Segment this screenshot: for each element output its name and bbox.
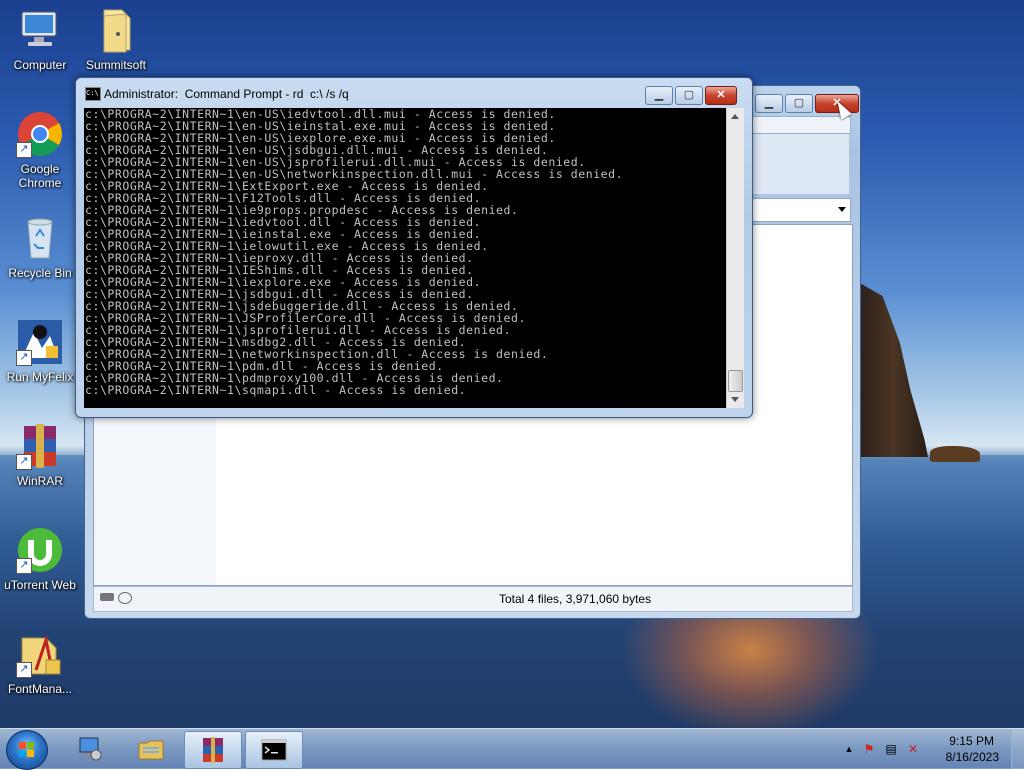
desktop-icon-run-myfelix[interactable]: ↗ Run MyFelix [0, 318, 80, 384]
chrome-icon: ↗ [16, 110, 64, 158]
shortcut-arrow-icon: ↗ [16, 142, 32, 158]
desktop-icon-label: Recycle Bin [8, 266, 72, 280]
console-text: c:\PROGRA~2\INTERN~1\en-US\iedvtool.dll.… [84, 108, 726, 396]
maximize-button[interactable]: ▢ [675, 86, 703, 105]
windows-explorer-icon [138, 740, 164, 760]
desktop-icon-winrar[interactable]: ↗ WinRAR [0, 422, 80, 488]
close-button[interactable]: ✕ [705, 86, 737, 105]
desktop-icon-utorrent-web[interactable]: ↗ uTorrent Web [0, 526, 80, 592]
explorer-search-box[interactable] [745, 116, 851, 134]
desktop-icon-computer[interactable]: Computer [0, 6, 80, 72]
explorer-view-dropdown[interactable] [745, 198, 851, 222]
font-manager-icon: ↗ [16, 630, 64, 678]
taskbar-item-windows-explorer[interactable] [123, 731, 179, 767]
chevron-down-icon [838, 207, 846, 212]
desktop-icon-label: WinRAR [16, 474, 63, 488]
desktop-icon-label: Google Chrome [18, 162, 62, 190]
shortcut-arrow-icon: ↗ [16, 454, 32, 470]
action-center-icon[interactable]: ⚑ [862, 742, 876, 756]
cmd-window-controls: ▁ ▢ ✕ [645, 86, 737, 105]
desktop-icon-recycle-bin[interactable]: Recycle Bin [0, 214, 80, 280]
clock-time[interactable]: 9:15 PM [949, 734, 994, 748]
start-button[interactable] [6, 730, 48, 770]
scroll-down-icon[interactable] [731, 397, 739, 402]
explorer-toolbar-area [745, 134, 849, 194]
desktop-icon-fontmanager[interactable]: ↗ FontMana... [0, 630, 80, 696]
app-icon: ↗ [16, 318, 64, 366]
shortcut-arrow-icon: ↗ [16, 662, 32, 678]
shortcut-arrow-icon: ↗ [16, 350, 32, 366]
taskbar-item-server-manager[interactable] [62, 731, 118, 767]
utorrent-icon: ↗ [16, 526, 64, 574]
console-output[interactable]: c:\PROGRA~2\INTERN~1\en-US\iedvtool.dll.… [84, 108, 726, 408]
show-hidden-icons-icon[interactable]: ▲ [842, 742, 856, 756]
command-prompt-icon [261, 739, 287, 761]
taskbar-item-command-prompt[interactable] [245, 731, 303, 769]
desktop-icon-google-chrome[interactable]: ↗ Google Chrome [0, 110, 80, 190]
system-tray: ▲ ⚑ ▤ ✕ 9:15 PM 8/16/2023 [834, 729, 1024, 769]
winrar-icon: ↗ [16, 422, 64, 470]
scrollbar-thumb[interactable] [728, 370, 743, 392]
minimize-button[interactable]: ▁ [755, 94, 783, 113]
window-title: Administrator: Command Prompt - rd c:\ /… [104, 87, 349, 101]
volume-muted-icon[interactable]: ✕ [906, 742, 920, 756]
taskbar: ▲ ⚑ ▤ ✕ 9:15 PM 8/16/2023 [0, 728, 1024, 770]
windows-logo-icon [19, 742, 35, 758]
status-text: Total 4 files, 3,971,060 bytes [499, 592, 652, 606]
maximize-button[interactable]: ▢ [785, 94, 813, 113]
network-icon [118, 592, 132, 604]
clock-date[interactable]: 8/16/2023 [946, 750, 999, 764]
taskbar-item-winrar[interactable] [184, 731, 242, 769]
command-prompt-icon[interactable]: C:\ [85, 87, 101, 101]
console-line: c:\PROGRA~2\INTERN~1\sqmapi.dll - Access… [85, 383, 467, 397]
minimize-button[interactable]: ▁ [645, 86, 673, 105]
computer-icon [16, 6, 64, 54]
command-prompt-window[interactable]: C:\ Administrator: Command Prompt - rd c… [75, 77, 753, 418]
drive-icon [100, 593, 114, 601]
explorer-status-bar: Total 4 files, 3,971,060 bytes [93, 586, 853, 612]
network-icon[interactable]: ▤ [884, 742, 898, 756]
winrar-icon [203, 737, 223, 763]
server-manager-icon [79, 737, 102, 761]
desktop-icon-label: uTorrent Web [4, 578, 76, 592]
vertical-scrollbar[interactable] [726, 108, 744, 408]
wallpaper-small-rock [930, 446, 980, 462]
desktop-icon-label: Summitsoft [85, 58, 146, 72]
scroll-up-icon[interactable] [731, 114, 739, 119]
desktop-icon-label: FontMana... [7, 682, 73, 696]
folder-icon [92, 6, 140, 54]
desktop-icon-label: Computer [13, 58, 67, 72]
show-desktop-button[interactable] [1011, 729, 1024, 769]
shortcut-arrow-icon: ↗ [16, 558, 32, 574]
desktop-icon-label: Run MyFelix [6, 370, 74, 384]
recycle-bin-icon [16, 214, 64, 262]
desktop-icon-summitsoft[interactable]: Summitsoft [76, 6, 156, 72]
